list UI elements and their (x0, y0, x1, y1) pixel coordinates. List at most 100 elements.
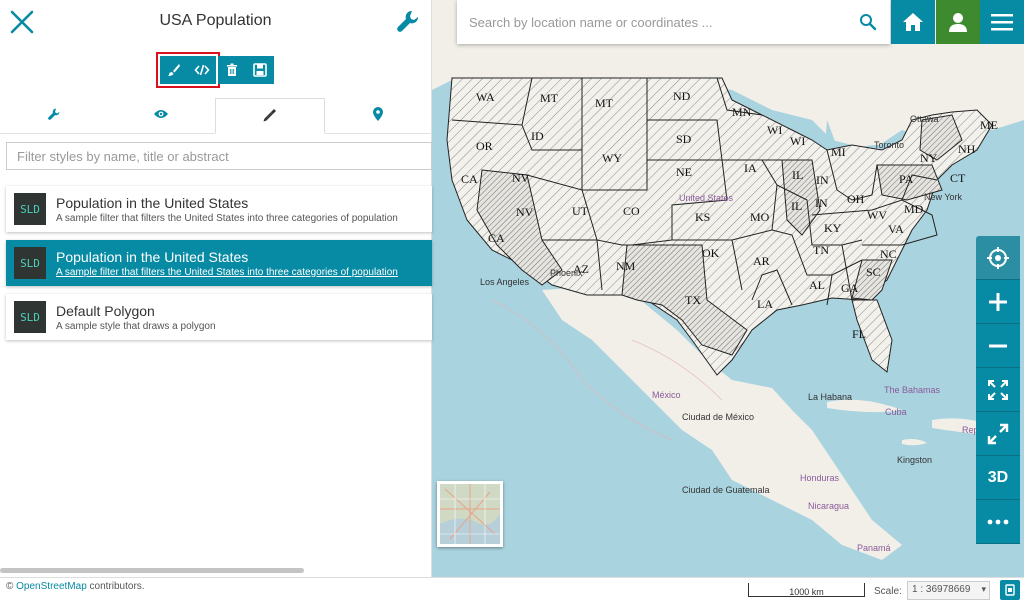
panel-title: USA Population (159, 12, 272, 29)
scale-bar: 1000 km (748, 583, 865, 597)
state-label: KY (824, 221, 842, 235)
style-abstract: A sample style that draws a polygon (56, 320, 216, 332)
user-icon[interactable] (936, 0, 980, 44)
sld-badge: SLD (14, 301, 46, 333)
state-label: OR (476, 139, 493, 153)
search-input[interactable] (457, 2, 846, 42)
state-label: IL (791, 199, 802, 213)
style-editor-panel: USA Population Filter styles by name, ti… (0, 0, 432, 577)
place-label: United States (679, 193, 734, 203)
place-label: New York (924, 192, 963, 202)
state-label: WV (867, 208, 887, 222)
place-label: Ottawa (910, 114, 939, 124)
home-icon[interactable] (891, 0, 935, 44)
style-title: Default Polygon (56, 302, 155, 319)
map-tools: 3D (976, 236, 1020, 544)
state-label: ME (980, 118, 998, 132)
wrench-icon (47, 107, 61, 124)
style-abstract: A sample filter that filters the United … (56, 266, 398, 278)
state-label: FL (852, 327, 866, 341)
3d-toggle-button[interactable]: 3D (976, 456, 1020, 500)
state-label: OH (847, 192, 865, 206)
attribution-text: contributors. (89, 581, 145, 592)
style-list: SLD Population in the United States A sa… (6, 186, 432, 348)
state-label: TX (685, 293, 701, 307)
copyright-symbol: © (6, 581, 14, 592)
state-label: LA (757, 297, 773, 311)
place-label: Nicaragua (808, 501, 849, 511)
state-label: IN (815, 196, 828, 210)
pin-icon (372, 107, 384, 124)
hamburger-menu-icon[interactable] (980, 0, 1024, 44)
zoom-out-icon[interactable] (976, 324, 1020, 368)
place-label: Phoenix (550, 268, 583, 278)
state-label: WA (476, 90, 495, 104)
style-title: Population in the United States (56, 248, 249, 265)
state-label: MD (904, 202, 924, 216)
layers-icon[interactable] (1000, 580, 1020, 600)
place-label: Toronto (874, 140, 904, 150)
zoom-extent-icon[interactable] (976, 368, 1020, 412)
place-label: Ciudad de Guatemala (682, 485, 770, 495)
state-label: WI (767, 123, 782, 137)
style-title: Population in the United States (56, 194, 249, 211)
state-label: NV (516, 205, 534, 219)
tab-settings[interactable] (0, 98, 108, 133)
state-label: MT (540, 91, 559, 105)
state-label: PA (899, 172, 914, 186)
state-label: AR (753, 254, 770, 268)
save-icon[interactable] (246, 56, 274, 84)
code-icon[interactable] (188, 56, 216, 84)
place-label: Ciudad de México (682, 412, 754, 422)
background-selector-thumbnail[interactable] (437, 481, 503, 547)
state-label: CT (950, 171, 966, 185)
style-item[interactable]: SLD Default Polygon A sample style that … (6, 294, 432, 340)
style-item[interactable]: SLD Population in the United States A sa… (6, 186, 432, 232)
filter-styles-input[interactable] (6, 142, 432, 170)
horizontal-scrollbar[interactable] (0, 568, 304, 573)
state-label: IA (744, 161, 757, 175)
state-label: CA (461, 172, 478, 186)
state-label: KS (695, 210, 710, 224)
state-label: SC (866, 265, 881, 279)
place-label: Honduras (800, 473, 840, 483)
style-item-selected[interactable]: SLD Population in the United States A sa… (6, 240, 432, 286)
state-label: MT (595, 96, 614, 110)
state-label: CA (488, 231, 505, 245)
dropper-icon (263, 108, 277, 125)
map-view[interactable]: WA MT MT ND MN OR ID SD WI WI MI NY NH M… (432, 0, 1024, 577)
panel-header: USA Population (0, 0, 431, 44)
scale-label: Scale: (874, 586, 902, 597)
tab-position[interactable] (325, 98, 433, 133)
state-label: NH (958, 142, 976, 156)
place-label: Kingston (897, 455, 932, 465)
eye-icon (153, 108, 169, 123)
state-label: AL (809, 278, 825, 292)
scale-select[interactable]: 1 : 36978669 ▾ (907, 581, 990, 600)
state-label: SD (676, 132, 692, 146)
wrench-icon[interactable] (395, 8, 421, 34)
tab-style[interactable] (215, 98, 325, 134)
state-label: WI (790, 134, 805, 148)
state-label: NY (920, 151, 938, 165)
state-label: IN (816, 173, 829, 187)
brush-icon[interactable] (160, 56, 188, 84)
osm-link[interactable]: OpenStreetMap (16, 581, 87, 592)
zoom-in-icon[interactable] (976, 280, 1020, 324)
place-label: The Bahamas (884, 385, 941, 395)
state-label: UT (572, 204, 589, 218)
tab-preview[interactable] (108, 98, 216, 133)
state-label: NC (880, 247, 897, 261)
locate-icon[interactable] (976, 236, 1020, 280)
sld-badge: SLD (14, 193, 46, 225)
search-icon[interactable] (846, 0, 890, 44)
chevron-down-icon: ▾ (981, 584, 986, 594)
fullscreen-icon[interactable] (976, 412, 1020, 456)
more-options-icon[interactable] (976, 500, 1020, 544)
trash-icon[interactable] (218, 56, 246, 84)
highlighted-button-group (156, 52, 220, 88)
sld-badge: SLD (14, 247, 46, 279)
state-label: TN (813, 243, 829, 257)
state-label: OK (702, 246, 720, 260)
state-label: ID (531, 129, 544, 143)
